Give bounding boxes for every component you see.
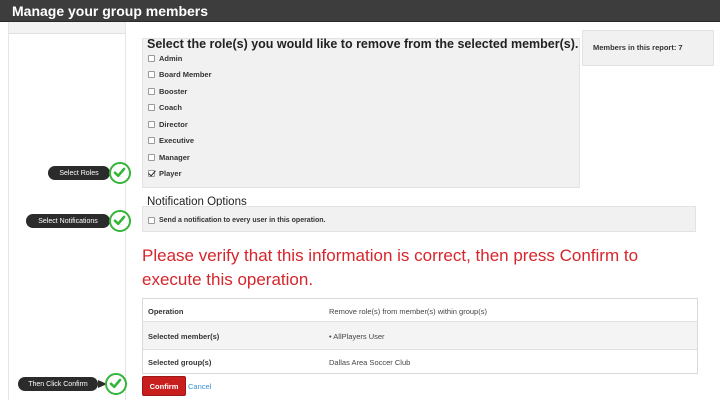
role-checkbox[interactable] [148, 103, 155, 111]
role-checkbox[interactable] [148, 54, 155, 62]
role-checkbox[interactable] [148, 136, 155, 144]
role-option-director[interactable]: Director [148, 118, 188, 130]
role-label: Coach [159, 102, 182, 112]
summary-table: Operation Remove role(s) from member(s) … [142, 298, 698, 374]
table-row: Operation Remove role(s) from member(s) … [143, 299, 697, 322]
members-count-panel: Members in this report: 7 [582, 30, 714, 66]
role-label: Player [159, 168, 182, 178]
cancel-link[interactable]: Cancel [188, 382, 211, 391]
role-option-manager[interactable]: Manager [148, 151, 190, 163]
role-checkbox[interactable] [148, 153, 155, 161]
role-option-player[interactable]: Player [148, 167, 182, 179]
row-key: Selected group(s) [148, 358, 212, 367]
notification-label: Send a notification to every user in thi… [159, 216, 326, 224]
callout-select-roles: Select Roles [48, 166, 119, 180]
callout-then-click-confirm: Then Click Confirm [18, 377, 107, 391]
notification-option[interactable]: Send a notification to every user in thi… [148, 214, 325, 226]
role-label: Executive [159, 135, 195, 145]
role-label: Manager [159, 152, 190, 162]
row-key: Operation [148, 307, 184, 316]
role-option-admin[interactable]: Admin [148, 52, 182, 64]
confirm-button[interactable]: Confirm [142, 376, 186, 396]
callout-select-notifications: Select Notifications [26, 214, 119, 228]
page: Manage your group members Select the rol… [0, 0, 720, 400]
check-circle-icon [109, 162, 131, 184]
roles-panel [142, 38, 580, 188]
role-option-coach[interactable]: Coach [148, 101, 182, 113]
check-circle-icon [105, 373, 127, 395]
role-label: Board Member [159, 69, 212, 79]
role-label: Director [159, 119, 188, 129]
table-row: Selected group(s) Dallas Area Soccer Clu… [143, 350, 697, 373]
role-option-executive[interactable]: Executive [148, 134, 194, 146]
row-value: • AllPlayers User [329, 332, 385, 341]
role-label: Admin [159, 53, 183, 63]
roles-heading: Select the role(s) you would like to rem… [147, 37, 579, 51]
check-circle-icon [109, 210, 131, 232]
left-sidebar [8, 22, 126, 400]
role-option-board-member[interactable]: Board Member [148, 68, 212, 80]
row-value: Remove role(s) from member(s) within gro… [329, 307, 487, 316]
role-checkbox[interactable] [148, 120, 155, 128]
left-sidebar-header [9, 22, 125, 34]
role-checkbox[interactable] [148, 87, 155, 95]
members-count-text: Members in this report: 7 [593, 43, 683, 52]
role-option-booster[interactable]: Booster [148, 85, 187, 97]
verify-message: Please verify that this information is c… [142, 246, 639, 289]
table-row: Selected member(s) • AllPlayers User [143, 322, 697, 350]
role-checkbox[interactable] [148, 70, 155, 78]
role-checkbox-checked[interactable] [148, 169, 155, 177]
notification-checkbox[interactable] [148, 216, 155, 224]
row-key: Selected member(s) [148, 332, 220, 341]
row-value: Dallas Area Soccer Club [329, 358, 411, 367]
page-title: Manage your group members [12, 3, 209, 19]
role-label: Booster [159, 86, 188, 96]
title-bar: Manage your group members [0, 0, 720, 22]
